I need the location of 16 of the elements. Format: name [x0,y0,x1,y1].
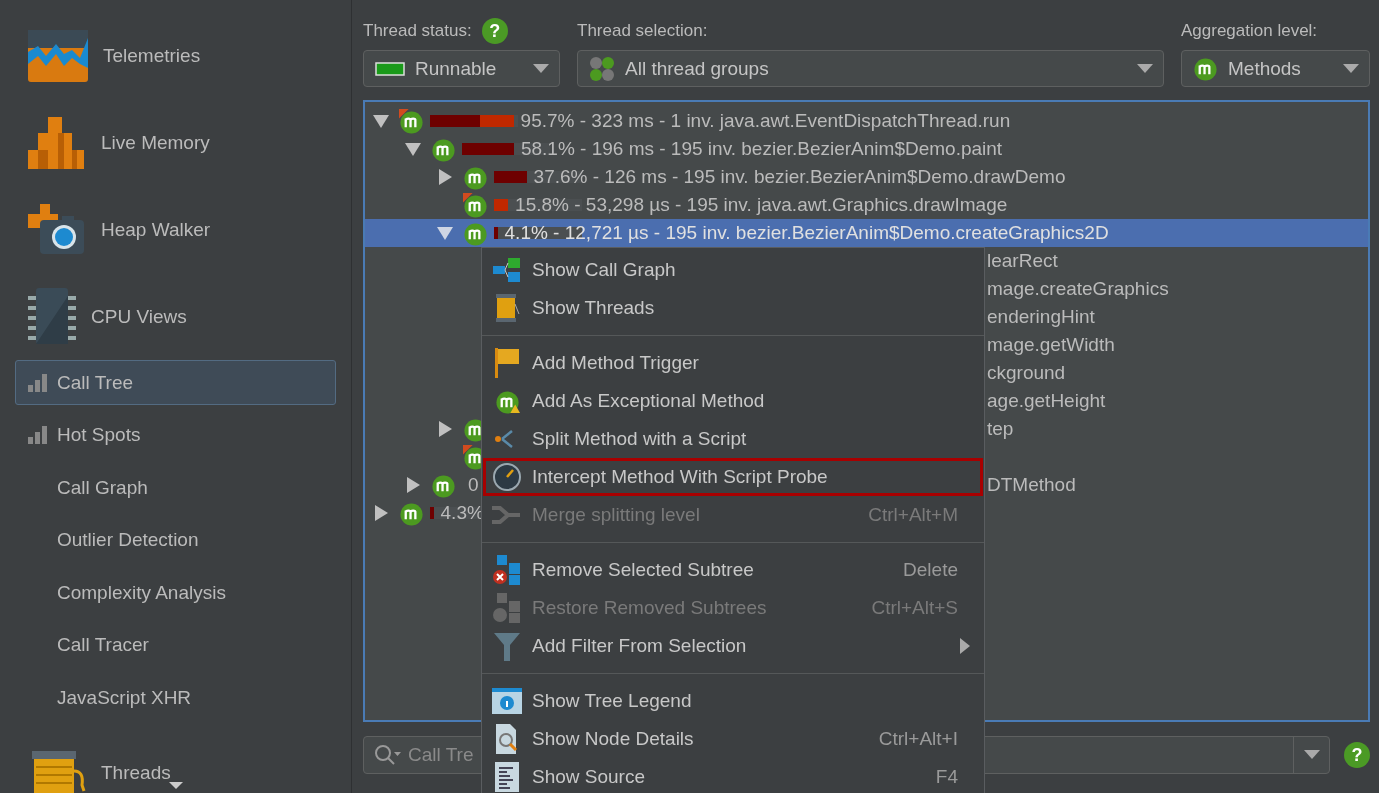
node-label: 37.6% - 126 ms - 195 inv. bezier.BezierAnim$Demo.drawDemo [533,166,1066,188]
field-label: Thread status: [363,21,472,41]
method-label: enderingHint [987,306,1095,328]
method-label: tep [987,418,1014,440]
method-label: learRect [987,250,1058,272]
node-label: 58.1% - 196 ms - 195 inv. bezier.BezierAnim$Demo.paint [520,138,1003,160]
method-label: ckground [987,362,1066,384]
method-label: age.getHeight [987,390,1106,412]
method-label: DTMethod [987,474,1076,496]
method-label: mage.createGraphics [987,278,1169,300]
method-label: mage.getWidth [987,334,1115,356]
node-label: 15.8% - 53,298 µs - 195 inv. java.awt.Graphics.drawImage [515,194,1008,216]
field-label: Thread selection: [577,21,708,41]
node-label: 0 [468,474,479,496]
node-label: 95.7% - 323 ms - 1 inv. java.awt.EventDispatchThread.run [520,110,1011,132]
field-label: Aggregation level: [1181,21,1318,41]
